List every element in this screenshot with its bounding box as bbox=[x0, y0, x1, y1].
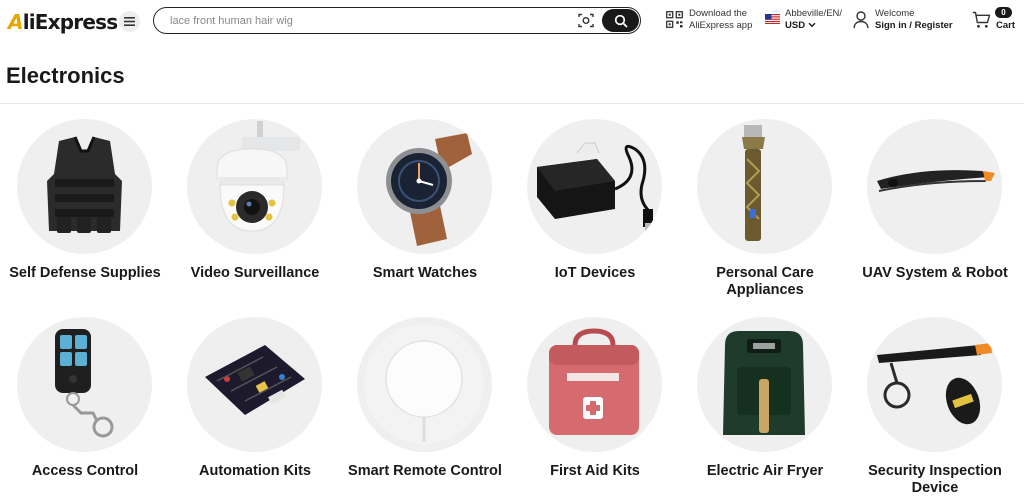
us-flag-icon bbox=[765, 14, 780, 24]
cart-count-badge: 0 bbox=[995, 7, 1012, 18]
category-label: Self Defense Supplies bbox=[9, 265, 161, 281]
category-label: Electric Air Fryer bbox=[706, 463, 824, 479]
category-label: UAV System & Robot bbox=[862, 265, 1008, 281]
smart-hub-icon bbox=[364, 324, 484, 444]
category-label: Automation Kits bbox=[199, 463, 311, 479]
category-label: First Aid Kits bbox=[550, 463, 640, 479]
search-bar bbox=[153, 7, 641, 34]
category-label: Smart Remote Control bbox=[348, 463, 502, 479]
category-image bbox=[357, 317, 492, 452]
circuit-board-icon bbox=[205, 345, 305, 415]
tactical-vest-icon bbox=[47, 136, 122, 233]
first-aid-bag-icon bbox=[549, 328, 639, 435]
image-search-icon[interactable] bbox=[578, 13, 594, 28]
qr-code-icon bbox=[666, 11, 683, 28]
category-image bbox=[17, 119, 152, 254]
category-label: IoT Devices bbox=[554, 265, 636, 281]
security-camera-icon bbox=[216, 121, 300, 232]
air-fryer-icon bbox=[723, 331, 805, 435]
menu-button[interactable] bbox=[119, 11, 140, 32]
hair-trimmer-icon bbox=[742, 125, 765, 241]
smart-watch-icon bbox=[386, 133, 472, 246]
download-line1: Download the bbox=[689, 8, 748, 19]
cart-icon bbox=[972, 11, 991, 28]
search-input[interactable] bbox=[170, 12, 570, 30]
user-icon bbox=[853, 11, 869, 29]
card-reader-icon bbox=[537, 142, 653, 231]
category-label: Personal Care Appliances bbox=[716, 265, 814, 298]
page-title: Electronics bbox=[6, 63, 125, 88]
category-label: Video Surveillance bbox=[190, 265, 320, 281]
divider bbox=[0, 103, 1024, 104]
category-image bbox=[867, 119, 1002, 254]
aliexpress-logo[interactable]: AliExpress bbox=[8, 10, 118, 34]
download-line2: AliExpress app bbox=[689, 20, 753, 31]
propeller-icon bbox=[877, 170, 995, 192]
chevron-down-icon bbox=[808, 22, 816, 28]
category-image bbox=[17, 317, 152, 452]
cart-label: Cart bbox=[996, 20, 1016, 31]
search-icon bbox=[614, 14, 627, 27]
category-image bbox=[187, 119, 322, 254]
category-image bbox=[697, 119, 832, 254]
welcome-text: Welcome bbox=[875, 8, 915, 19]
category-image bbox=[697, 317, 832, 452]
category-image bbox=[187, 317, 322, 452]
currency-label: USD bbox=[785, 20, 842, 32]
category-label: Access Control bbox=[31, 463, 139, 479]
category-image bbox=[357, 119, 492, 254]
hamburger-icon bbox=[124, 17, 135, 26]
region-locale: Abbeville/EN/ bbox=[785, 8, 843, 19]
header: AliExpress Download the AliExpres bbox=[0, 0, 1024, 44]
category-image bbox=[527, 317, 662, 452]
category-label: Security Inspection Device bbox=[868, 463, 1002, 496]
category-label: Smart Watches bbox=[372, 265, 478, 281]
remote-key-icon bbox=[55, 329, 114, 438]
category-image bbox=[867, 317, 1002, 452]
search-button[interactable] bbox=[602, 9, 639, 32]
metal-detector-icon bbox=[877, 343, 992, 425]
sign-in-link[interactable]: Sign in / Register bbox=[875, 20, 953, 32]
category-image bbox=[527, 119, 662, 254]
